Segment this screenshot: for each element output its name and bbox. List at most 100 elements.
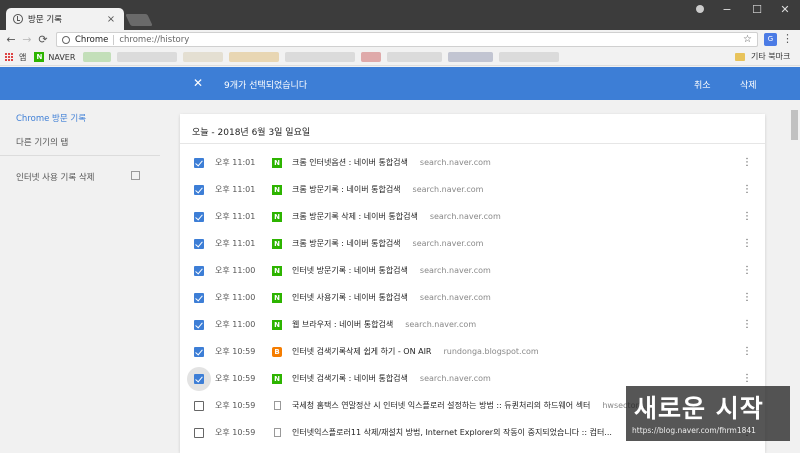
history-link[interactable]: 인터넷 검색기록삭제 쉽게 하기 - ON AIR rundonga.blogsp…: [292, 346, 539, 357]
sidebar-item-chrome-history[interactable]: Chrome 방문 기록: [16, 112, 86, 124]
blurred-bookmark[interactable]: [183, 52, 224, 62]
row-menu-icon[interactable]: ⋮: [742, 292, 752, 303]
row-menu-icon[interactable]: ⋮: [742, 346, 752, 357]
selection-count-text: 9개가 선택되었습니다: [224, 81, 308, 91]
row-menu-icon[interactable]: ⋮: [742, 265, 752, 276]
back-button[interactable]: ←: [3, 33, 19, 46]
history-link[interactable]: 크롬 인터넷옵션 : 네이버 통합검색 search.naver.com: [292, 157, 491, 168]
history-row[interactable]: 오후 11:01 N 크롬 방문기록 : 네이버 통합검색 search.naver.…: [180, 230, 765, 257]
blurred-bookmark[interactable]: [117, 52, 178, 62]
history-link[interactable]: 인터넷 사용기록 : 네이버 통합검색 search.naver.com: [292, 292, 491, 303]
naver-favicon-icon: N: [272, 265, 282, 276]
delete-button[interactable]: 삭제: [740, 78, 757, 91]
history-link[interactable]: 인터넷 방문기록 : 네이버 통합검색 search.naver.com: [292, 265, 491, 276]
row-checkbox[interactable]: [194, 373, 204, 384]
history-row[interactable]: 오후 11:01 N 크롬 인터넷옵션 : 네이버 통합검색 search.naver…: [180, 149, 765, 176]
page-domain: search.naver.com: [429, 212, 501, 221]
history-link[interactable]: 크롬 방문기록 삭제 : 네이버 통합검색 search.naver.com: [292, 211, 501, 222]
forward-button[interactable]: →: [19, 33, 35, 46]
minimize-button[interactable]: −: [712, 0, 742, 22]
selection-toolbar: ✕ 9개가 선택되었습니다 취소 삭제: [0, 67, 800, 100]
history-link[interactable]: 국세청 홈택스 연말정산 시 인터넷 익스플로러 설정하는 방법 :: 듀퀸처리…: [292, 400, 646, 411]
visit-time: 오후 11:01: [215, 158, 256, 167]
row-menu-icon[interactable]: ⋮: [742, 238, 752, 249]
history-link[interactable]: 크롬 방문기록 : 네이버 통합검색 search.naver.com: [292, 184, 483, 195]
history-link[interactable]: 크롬 방문기록 : 네이버 통합검색 search.naver.com: [292, 238, 483, 249]
history-row[interactable]: 오후 11:00 N 웹 브라우저 : 네이버 통합검색 search.naver.c…: [180, 311, 765, 338]
url-text[interactable]: chrome://history: [119, 35, 743, 45]
sidebar: Chrome 방문 기록 다른 기기의 탭 인터넷 사용 기록 삭제: [0, 100, 160, 453]
row-menu-icon[interactable]: ⋮: [742, 319, 752, 330]
naver-logo-icon: N: [34, 52, 45, 62]
row-checkbox[interactable]: [194, 265, 204, 276]
watermark: 새로운 시작 https://blog.naver.com/fhrm1841: [626, 386, 790, 441]
address-bar[interactable]: Chrome chrome://history ☆: [56, 32, 758, 47]
new-tab-button[interactable]: [125, 14, 153, 26]
row-checkbox[interactable]: [194, 319, 204, 330]
blurred-bookmark[interactable]: [361, 52, 382, 62]
blurred-bookmark[interactable]: [229, 52, 280, 62]
bookmark-naver[interactable]: N NAVER: [34, 52, 75, 62]
row-checkbox[interactable]: [194, 427, 204, 438]
page-title: 크롬 방문기록 : 네이버 통합검색: [292, 239, 401, 248]
open-in-new-icon: [131, 171, 140, 180]
history-link[interactable]: 웹 브라우저 : 네이버 통합검색 search.naver.com: [292, 319, 476, 330]
blurred-bookmark[interactable]: [387, 52, 443, 62]
chrome-page-icon: [62, 35, 70, 44]
bookmark-star-icon[interactable]: ☆: [743, 34, 752, 45]
row-checkbox[interactable]: [194, 184, 204, 195]
naver-favicon-icon: N: [272, 184, 282, 195]
tab-close-icon[interactable]: ×: [105, 14, 117, 25]
row-checkbox[interactable]: [194, 400, 204, 411]
close-window-button[interactable]: ✕: [770, 0, 800, 22]
history-row[interactable]: 오후 11:01 N 크롬 방문기록 삭제 : 네이버 통합검색 search.nav…: [180, 203, 765, 230]
row-checkbox[interactable]: [194, 346, 204, 357]
bookmark-apps[interactable]: 앱: [19, 52, 26, 63]
tab-history[interactable]: 방문 기록 ×: [6, 8, 124, 30]
maximize-button[interactable]: ☐: [742, 0, 772, 22]
history-link[interactable]: 인터넷 검색기록 : 네이버 통합검색 search.naver.com: [292, 373, 491, 384]
history-link[interactable]: 인터넷익스플로러11 삭제/재설치 방법, Internet Explorer의…: [292, 427, 624, 438]
row-menu-icon[interactable]: ⋮: [742, 373, 752, 384]
date-heading: 오늘 - 2018년 6월 3일 일요일: [192, 128, 311, 138]
sidebar-divider: [0, 155, 160, 156]
page-domain: search.naver.com: [412, 239, 484, 248]
blurred-bookmark[interactable]: [499, 52, 560, 62]
apps-grid-icon[interactable]: [5, 52, 14, 62]
visit-time: 오후 11:00: [215, 266, 256, 275]
row-menu-icon[interactable]: ⋮: [742, 184, 752, 195]
blurred-bookmark[interactable]: [83, 52, 112, 62]
naver-favicon-icon: N: [272, 211, 282, 222]
row-checkbox[interactable]: [194, 238, 204, 249]
page-domain: search.naver.com: [419, 374, 491, 383]
row-checkbox[interactable]: [194, 211, 204, 222]
other-bookmarks[interactable]: 기타 북마크: [735, 51, 790, 62]
row-menu-icon[interactable]: ⋮: [742, 211, 752, 222]
row-checkbox[interactable]: [194, 157, 204, 168]
cancel-button[interactable]: 취소: [694, 78, 711, 91]
page-favicon-icon: [274, 401, 281, 410]
profile-icon[interactable]: [696, 5, 704, 13]
row-checkbox[interactable]: [194, 292, 204, 303]
page-scrollbar[interactable]: [789, 100, 800, 453]
row-menu-icon[interactable]: ⋮: [742, 157, 752, 168]
history-row[interactable]: 오후 10:59 인터넷 검색기록삭제 쉽게 하기 - ON AIR rundong…: [180, 338, 765, 365]
naver-favicon-icon: N: [272, 319, 282, 330]
clear-selection-icon[interactable]: ✕: [193, 76, 203, 90]
sidebar-item-other-devices[interactable]: 다른 기기의 탭: [16, 136, 68, 148]
translate-extension-icon[interactable]: G: [764, 33, 777, 46]
blurred-bookmark[interactable]: [285, 52, 356, 62]
reload-button[interactable]: ⟳: [35, 33, 51, 46]
page-title: 국세청 홈택스 연말정산 시 인터넷 익스플로러 설정하는 방법 :: 듀퀸처리…: [292, 401, 591, 410]
card-divider: [180, 143, 765, 144]
visit-time: 오후 11:00: [215, 320, 256, 329]
chrome-menu-icon[interactable]: ⋮: [782, 32, 793, 45]
visit-time: 오후 11:01: [215, 239, 256, 248]
scrollbar-thumb[interactable]: [791, 110, 798, 140]
sidebar-item-clear-browsing-data[interactable]: 인터넷 사용 기록 삭제: [16, 171, 95, 183]
history-row[interactable]: 오후 11:00 N 인터넷 방문기록 : 네이버 통합검색 search.naver…: [180, 257, 765, 284]
history-row[interactable]: 오후 11:01 N 크롬 방문기록 : 네이버 통합검색 search.naver.…: [180, 176, 765, 203]
blurred-bookmark[interactable]: [448, 52, 494, 62]
history-row[interactable]: 오후 11:00 N 인터넷 사용기록 : 네이버 통합검색 search.naver…: [180, 284, 765, 311]
page-title: 크롬 인터넷옵션 : 네이버 통합검색: [292, 158, 408, 167]
